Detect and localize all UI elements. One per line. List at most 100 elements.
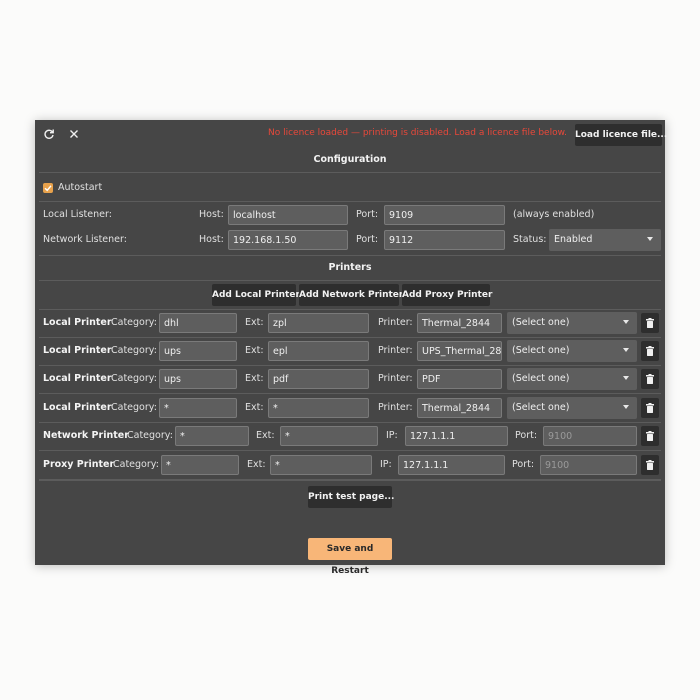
chevron-down-icon: [623, 348, 629, 352]
add-local-printer-button[interactable]: Add Local Printer: [212, 284, 300, 306]
category-label: Category:: [111, 345, 157, 356]
delete-button[interactable]: [641, 426, 659, 446]
autostart-label: Autostart: [58, 182, 103, 193]
category-label: Category:: [111, 373, 157, 384]
divider: [39, 309, 661, 310]
ip-label: IP:: [386, 430, 398, 441]
printer-select[interactable]: (Select one): [507, 312, 637, 334]
chevron-down-icon: [647, 237, 653, 241]
delete-button[interactable]: [641, 398, 659, 418]
divider: [39, 337, 661, 338]
ext-label: Ext:: [245, 345, 264, 356]
printer-input[interactable]: Thermal_2844: [417, 398, 502, 418]
printer-select-value: (Select one): [512, 317, 570, 328]
status-value: Enabled: [554, 234, 593, 245]
local-host-input[interactable]: localhost: [228, 205, 348, 225]
port-label: Port:: [515, 430, 538, 441]
divider: [39, 450, 661, 451]
load-licence-button[interactable]: Load licence file...: [575, 124, 667, 146]
divider: [39, 201, 661, 202]
ext-input[interactable]: pdf: [268, 369, 369, 389]
printer-select[interactable]: (Select one): [507, 368, 637, 390]
status-select[interactable]: Enabled: [549, 229, 661, 251]
ip-input[interactable]: 127.1.1.1: [398, 455, 505, 475]
network-host-input[interactable]: 192.168.1.50: [228, 230, 348, 250]
ext-label: Ext:: [245, 373, 264, 384]
network-port-label: Port:: [356, 234, 379, 245]
ext-label: Ext:: [245, 402, 264, 413]
category-input[interactable]: *: [175, 426, 249, 446]
save-and-restart-button[interactable]: Save and Restart: [308, 538, 392, 576]
category-label: Category:: [111, 317, 157, 328]
trash-icon: [646, 318, 654, 328]
printer-input[interactable]: Thermal_2844: [417, 313, 502, 333]
ext-input[interactable]: *: [280, 426, 378, 446]
print-test-page-button[interactable]: Print test page...: [308, 486, 394, 508]
trash-icon: [646, 374, 654, 384]
printers-title: Printers: [328, 262, 372, 273]
divider: [39, 422, 661, 423]
printer-input[interactable]: PDF: [417, 369, 502, 389]
ext-input[interactable]: zpl: [268, 313, 369, 333]
trash-icon: [646, 403, 654, 413]
printer-type-label: Network Printer: [43, 430, 129, 441]
ext-input[interactable]: *: [268, 398, 369, 418]
category-input[interactable]: ups: [159, 369, 237, 389]
app-window: No licence loaded — printing is disabled…: [35, 120, 667, 576]
divider: [39, 172, 661, 173]
delete-button[interactable]: [641, 341, 659, 361]
port-input[interactable]: 9100: [540, 455, 637, 475]
local-host-label: Host:: [199, 209, 224, 220]
printer-label: Printer:: [378, 317, 413, 328]
ext-label: Ext:: [247, 459, 266, 470]
category-input[interactable]: ups: [159, 341, 237, 361]
ext-input[interactable]: *: [270, 455, 372, 475]
printer-type-label: Local Printer: [43, 402, 112, 413]
divider: [39, 393, 661, 394]
ext-input[interactable]: epl: [268, 341, 369, 361]
add-proxy-printer-button[interactable]: Add Proxy Printer: [402, 284, 492, 306]
printer-type-label: Local Printer: [43, 345, 112, 356]
category-label: Category:: [111, 402, 157, 413]
local-port-label: Port:: [356, 209, 379, 220]
printer-select-value: (Select one): [512, 345, 570, 356]
always-enabled-note: (always enabled): [513, 209, 595, 220]
printer-label: Printer:: [378, 402, 413, 413]
ip-input[interactable]: 127.1.1.1: [405, 426, 508, 446]
chevron-down-icon: [623, 376, 629, 380]
close-icon[interactable]: [67, 128, 81, 142]
port-label: Port:: [512, 459, 535, 470]
printer-select[interactable]: (Select one): [507, 397, 637, 419]
trash-icon: [646, 346, 654, 356]
category-label: Category:: [113, 459, 159, 470]
local-port-input[interactable]: 9109: [384, 205, 505, 225]
printer-label: Printer:: [378, 373, 413, 384]
port-input[interactable]: 9100: [543, 426, 637, 446]
category-input[interactable]: dhl: [159, 313, 237, 333]
network-listener-label: Network Listener:: [43, 234, 127, 245]
delete-button[interactable]: [641, 455, 659, 475]
delete-button[interactable]: [641, 369, 659, 389]
category-input[interactable]: *: [159, 398, 237, 418]
status-label: Status:: [513, 234, 547, 245]
licence-warning: No licence loaded — printing is disabled…: [267, 128, 567, 138]
chevron-down-icon: [623, 405, 629, 409]
divider: [39, 255, 661, 256]
printer-select-value: (Select one): [512, 402, 570, 413]
divider: [39, 280, 661, 281]
add-network-printer-button[interactable]: Add Network Printer: [299, 284, 403, 306]
refresh-icon[interactable]: [42, 128, 56, 142]
category-label: Category:: [127, 430, 173, 441]
ip-label: IP:: [380, 459, 392, 470]
printer-select-value: (Select one): [512, 373, 570, 384]
trash-icon: [646, 460, 654, 470]
category-input[interactable]: *: [161, 455, 239, 475]
autostart-checkbox[interactable]: [43, 183, 53, 193]
printer-select[interactable]: (Select one): [507, 340, 637, 362]
network-port-input[interactable]: 9112: [384, 230, 505, 250]
configuration-title: Configuration: [313, 154, 387, 165]
network-host-label: Host:: [199, 234, 224, 245]
trash-icon: [646, 431, 654, 441]
printer-input[interactable]: UPS_Thermal_2844: [417, 341, 502, 361]
delete-button[interactable]: [641, 313, 659, 333]
